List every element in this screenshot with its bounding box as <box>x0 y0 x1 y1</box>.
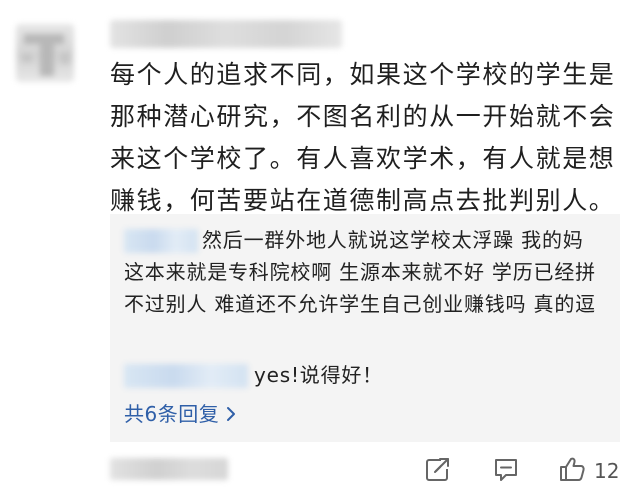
chevron-right-icon <box>225 400 237 428</box>
comment-page: 每个人的追求不同，如果这个学校的学生是 那种潜心研究，不图名利的从一开始就不会 … <box>0 0 640 492</box>
reply-item: yes!说得好！ <box>124 359 610 391</box>
reply-box: 然后一群外地人就说这学校太浮躁 我的妈 这本来就是专科院校啊 生源本来就不好 学… <box>110 214 620 442</box>
comment-text: 每个人的追求不同，如果这个学校的学生是 那种潜心研究，不图名利的从一开始就不会 … <box>110 60 616 215</box>
reply-username[interactable] <box>124 228 198 253</box>
avatar[interactable] <box>16 24 74 82</box>
timestamp <box>110 458 228 480</box>
view-all-replies-link[interactable]: 共6条回复 <box>124 400 237 428</box>
reply-item: 然后一群外地人就说这学校太浮躁 我的妈 这本来就是专科院校啊 生源本来就不好 学… <box>124 224 610 320</box>
username[interactable] <box>110 20 342 48</box>
view-all-replies-label: 共6条回复 <box>124 402 220 426</box>
thumbs-up-icon <box>558 455 586 487</box>
share-icon <box>424 455 452 487</box>
reply-username[interactable] <box>124 363 248 388</box>
like-button[interactable]: 12 <box>558 454 619 488</box>
comment-button[interactable] <box>492 454 520 488</box>
share-button[interactable] <box>424 454 452 488</box>
comment-icon <box>492 455 520 487</box>
like-count: 12 <box>594 459 620 483</box>
reply-text: yes!说得好！ <box>254 363 383 387</box>
